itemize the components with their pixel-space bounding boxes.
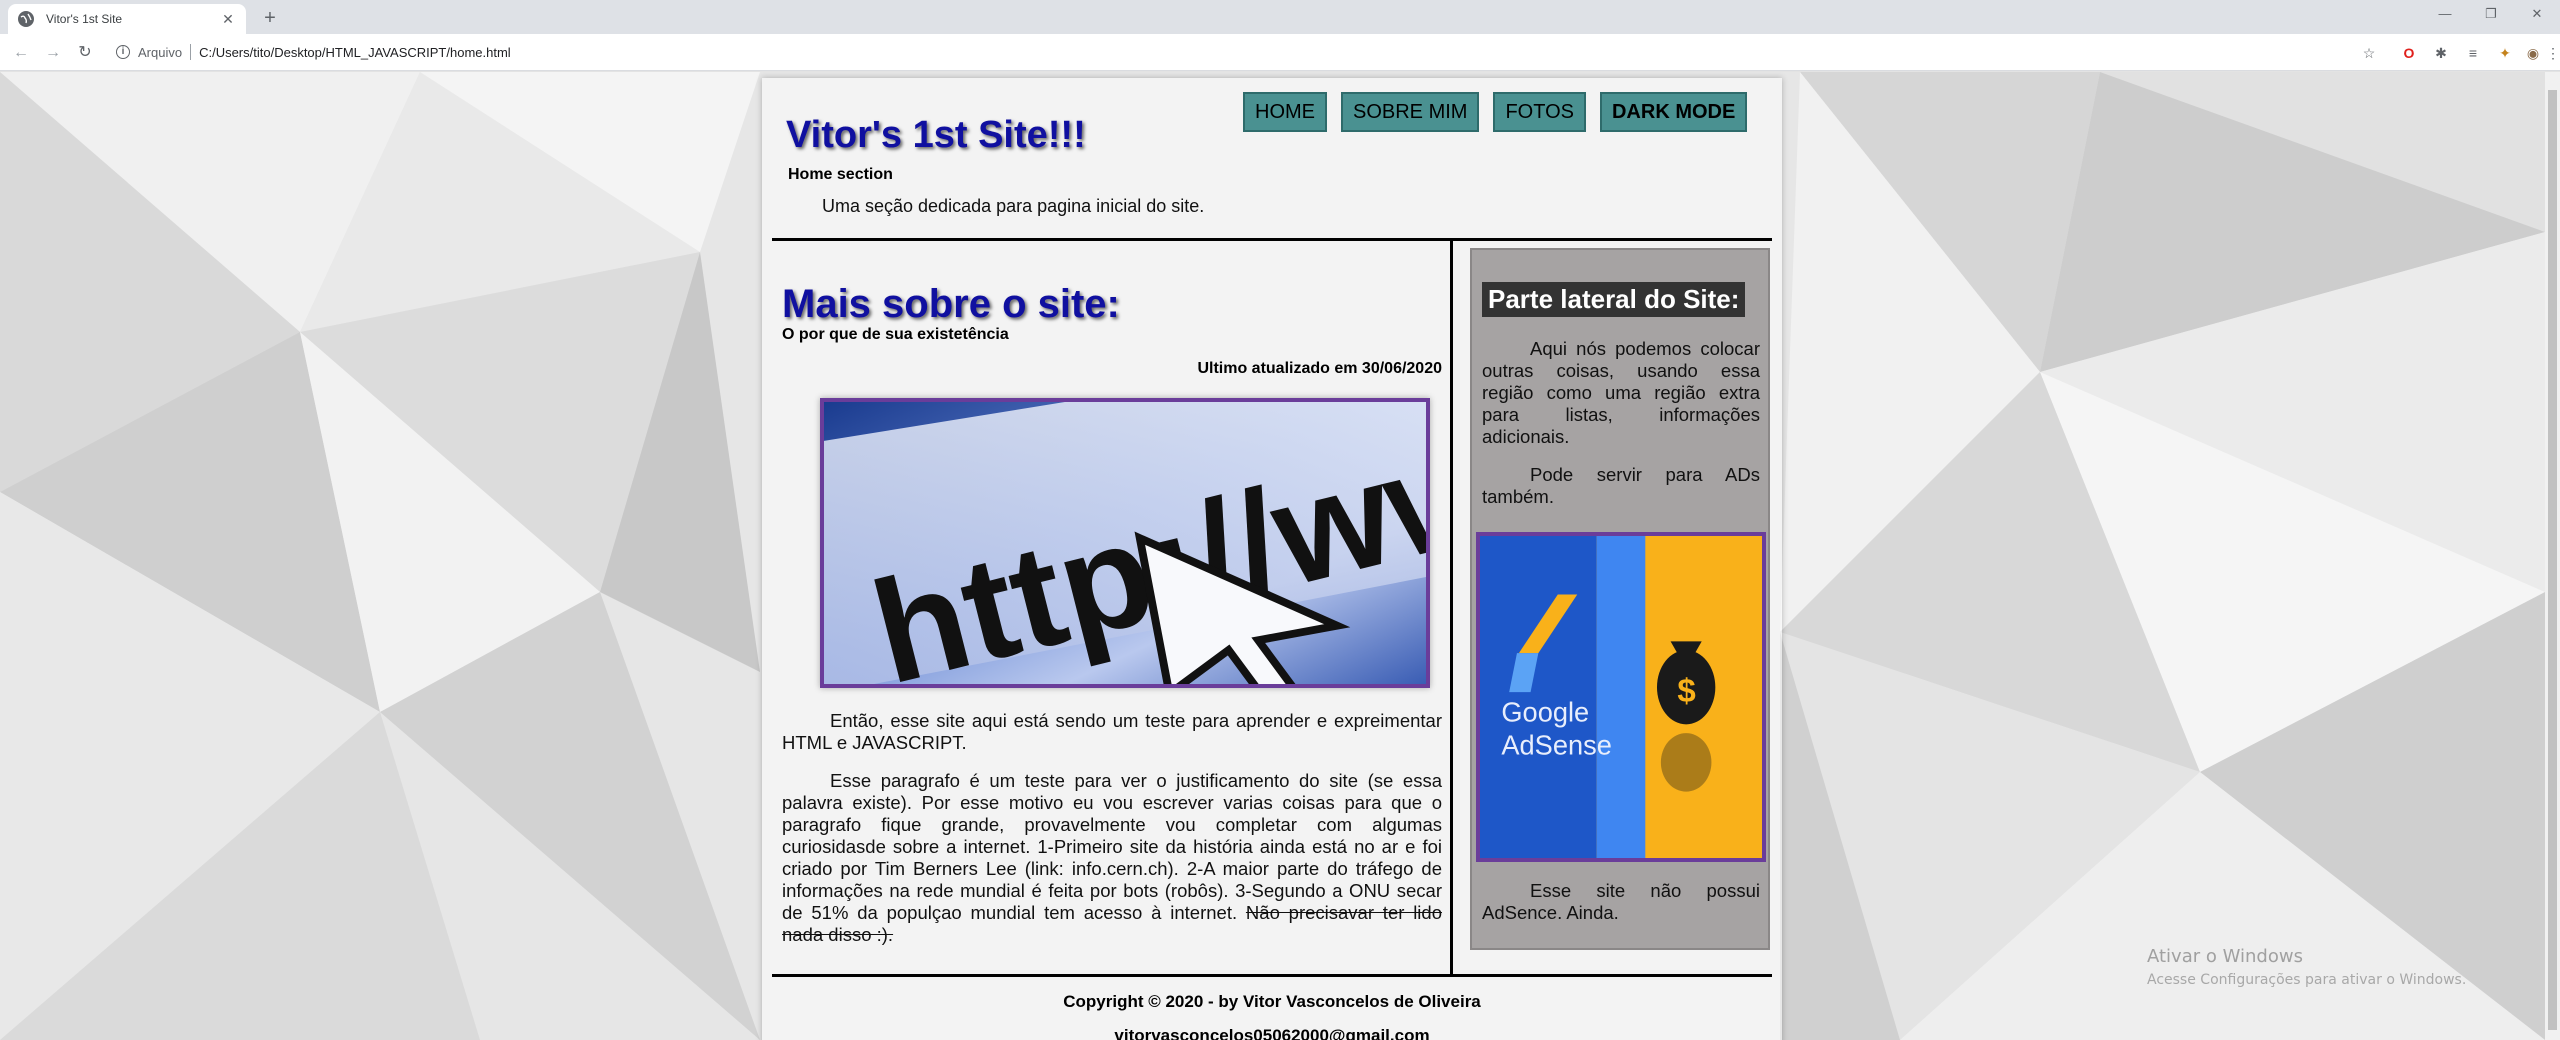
main-title: Mais sobre o site: (782, 282, 1120, 326)
scrollbar-thumb[interactable] (2548, 90, 2557, 1030)
site-description: Uma seção dedicada para pagina inicial d… (822, 196, 1205, 216)
reading-list-icon[interactable]: ≡ (2464, 44, 2482, 62)
sidebar-title: Parte lateral do Site: (1482, 282, 1746, 317)
globe-icon (18, 11, 34, 27)
restore-icon[interactable]: ❐ (2468, 0, 2514, 28)
ad-text-google: Google (1501, 696, 1589, 727)
browser-toolbar: ← → ↻ i Arquivo C:/Users/tito/Desktop/HT… (0, 34, 2560, 71)
address-separator (190, 44, 192, 60)
vertical-scrollbar[interactable] (2545, 72, 2560, 1040)
nav-home-button[interactable]: HOME (1243, 92, 1327, 132)
footer-copyright: Copyright © 2020 - by Vitor Vasconcelos … (1063, 992, 1481, 1011)
site-subtitle: Home section (788, 166, 893, 183)
address-scheme: Arquivo (138, 44, 183, 60)
main-paragraph-2-text: Esse paragrafo é um teste para ver o jus… (782, 770, 1442, 923)
sidebar-paragraph-1: Aqui nós podemos colocar outras coisas, … (1482, 338, 1760, 447)
hero-image: http://ww (820, 398, 1430, 688)
browser-tabstrip: Vitor's 1st Site ✕ + — ❐ ✕ (0, 0, 2560, 34)
close-window-icon[interactable]: ✕ (2514, 0, 2560, 28)
site-container: Vitor's 1st Site!!! Home section Uma seç… (762, 78, 1782, 1040)
minimize-icon[interactable]: — (2422, 0, 2468, 28)
last-updated-label: Ultimo atualizado em 30/06/2020 (1197, 360, 1442, 377)
dark-mode-button[interactable]: DARK MODE (1599, 92, 1748, 132)
sidebar-paragraph-2: Pode servir para ADs também. (1482, 464, 1760, 507)
main-paragraph-1: Então, esse site aqui está sendo um test… (782, 710, 1442, 753)
tab-close-icon[interactable]: ✕ (220, 11, 236, 27)
forward-icon[interactable]: → (42, 42, 64, 64)
footer-divider (772, 974, 1772, 977)
broom-extension-icon[interactable]: ✦ (2496, 44, 2514, 62)
new-tab-icon[interactable]: + (258, 7, 282, 31)
windows-activation-subtitle: Acesse Configurações para ativar o Windo… (2147, 972, 2467, 988)
browser-tab[interactable]: Vitor's 1st Site ✕ (8, 4, 246, 34)
profile-avatar-icon[interactable]: ◉ (2524, 44, 2542, 62)
ad-text-adsense: AdSense (1501, 730, 1611, 761)
page-viewport: Vitor's 1st Site!!! Home section Uma seç… (0, 72, 2560, 1040)
tab-title: Vitor's 1st Site (46, 12, 123, 26)
info-icon[interactable]: i (116, 45, 130, 59)
address-url: C:/Users/tito/Desktop/HTML_JAVASCRIPT/ho… (199, 44, 511, 60)
svg-text:$: $ (1677, 673, 1695, 710)
main-nav: HOME SOBRE MIM FOTOS DARK MODE (1243, 92, 1748, 132)
opera-extension-icon[interactable]: O (2400, 44, 2418, 62)
adsense-image: Google AdSense $ (1476, 532, 1766, 862)
menu-kebab-icon[interactable]: ⋮ (2544, 44, 2560, 62)
sidebar: Parte lateral do Site: Aqui nós podemos … (1470, 248, 1770, 950)
bookmark-star-icon[interactable]: ☆ (2360, 44, 2378, 62)
nav-photos-button[interactable]: FOTOS (1493, 92, 1586, 132)
footer-email: vitorvasconcelos05062000@gmail.com (1114, 1026, 1430, 1040)
column-divider (1450, 240, 1453, 976)
address-bar[interactable]: i Arquivo C:/Users/tito/Desktop/HTML_JAV… (104, 38, 2364, 66)
sidebar-paragraph-3: Esse site não possui AdSence. Ainda. (1482, 880, 1760, 923)
site-title: Vitor's 1st Site!!! (786, 114, 1086, 156)
windows-activation-title: Ativar o Windows (2147, 946, 2303, 967)
back-icon[interactable]: ← (10, 42, 32, 64)
nav-about-button[interactable]: SOBRE MIM (1341, 92, 1480, 132)
extensions-puzzle-icon[interactable]: ✱ (2432, 44, 2450, 62)
main-paragraph-2: Esse paragrafo é um teste para ver o jus… (782, 770, 1442, 946)
main-subtitle: O por que de sua existetência (782, 326, 1009, 343)
reload-icon[interactable]: ↻ (74, 42, 96, 64)
header-divider (772, 238, 1772, 241)
